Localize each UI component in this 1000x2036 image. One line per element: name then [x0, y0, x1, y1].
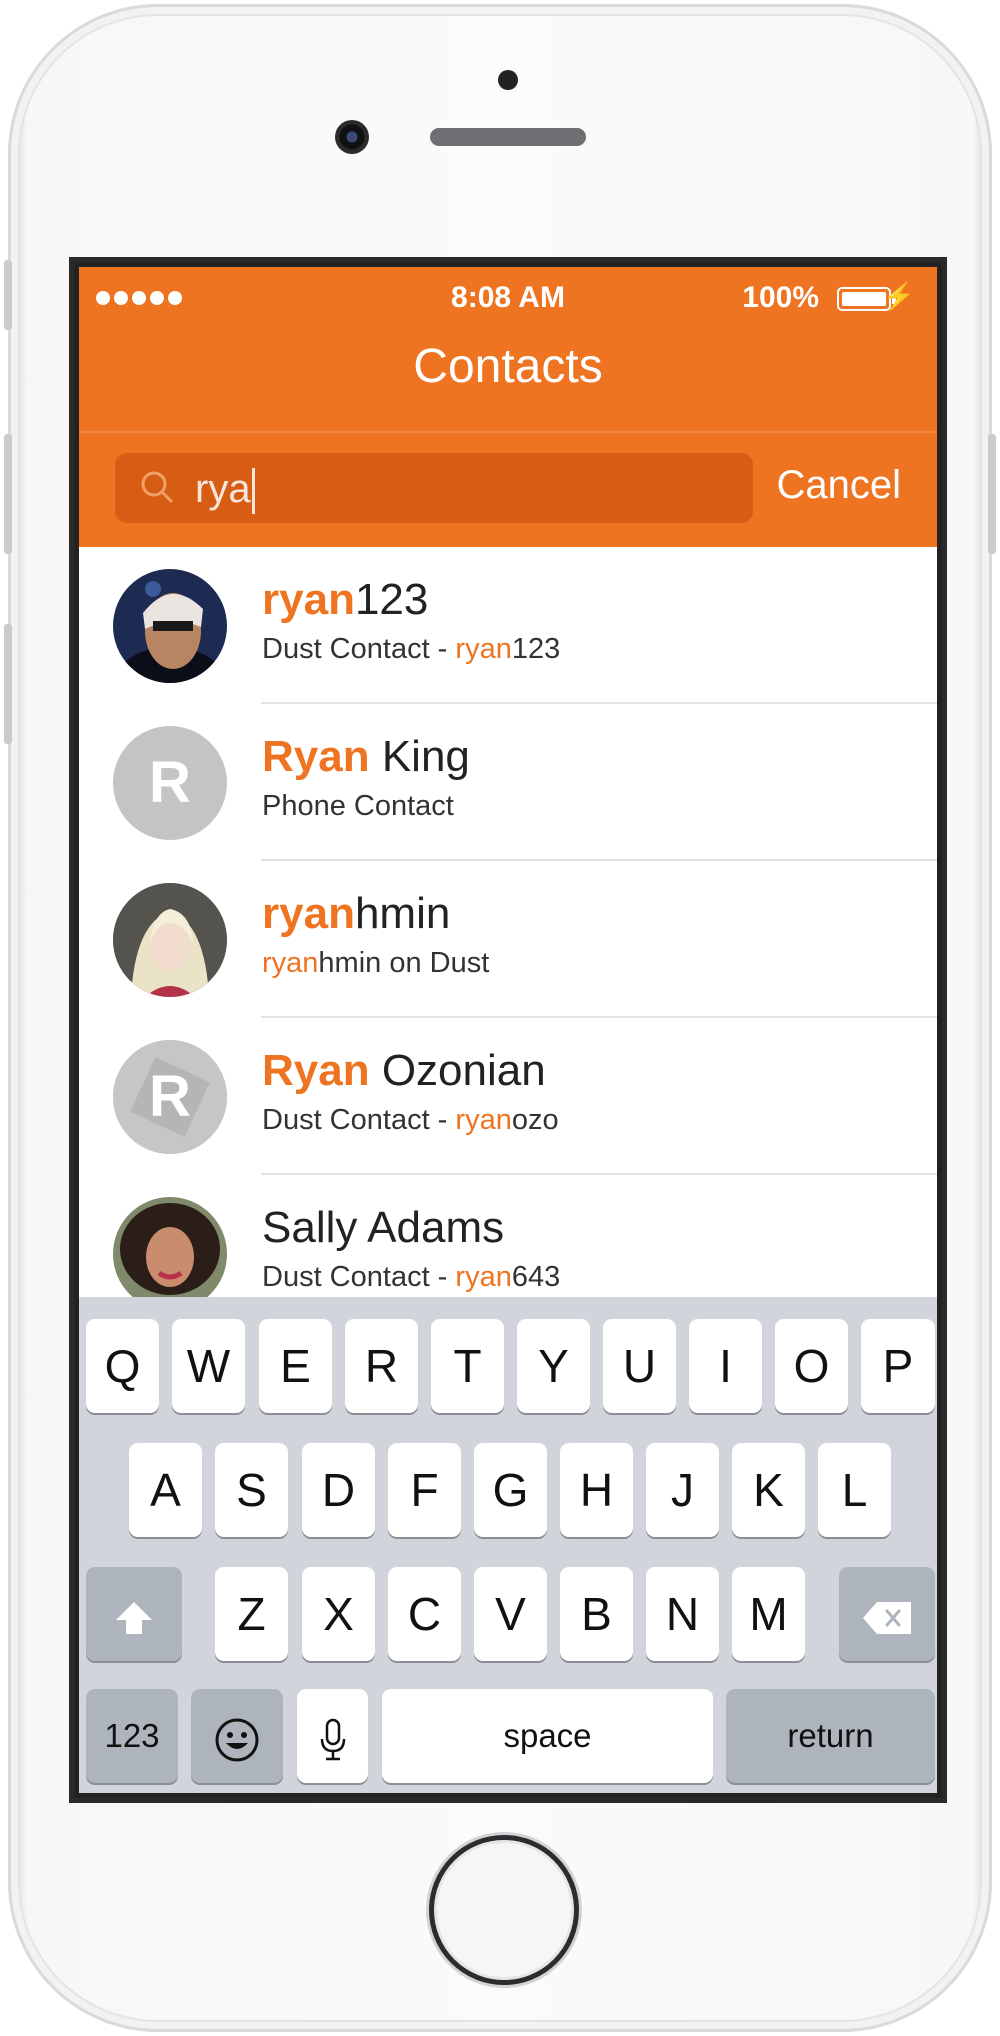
- key-f[interactable]: F: [388, 1443, 461, 1537]
- contact-name: Ryan Ozonian: [262, 1046, 546, 1095]
- mute-switch: [4, 260, 12, 330]
- contact-subtitle: Phone Contact: [262, 790, 454, 822]
- key-d[interactable]: D: [302, 1443, 375, 1537]
- contact-subtitle: Dust Contact - ryan123: [262, 633, 561, 665]
- key-j[interactable]: J: [646, 1443, 719, 1537]
- contact-list: ryan123 Dust Contact - ryan123 R Ryan Ki…: [79, 547, 937, 1332]
- key-x[interactable]: X: [302, 1567, 375, 1661]
- contact-subtitle: Dust Contact - ryan643: [262, 1261, 561, 1293]
- contact-subtitle: ryanhmin on Dust: [262, 947, 490, 979]
- key-i[interactable]: I: [689, 1319, 762, 1413]
- status-bar: 8:08 AM 100% ⚡: [79, 267, 937, 323]
- contact-row[interactable]: ryan123 Dust Contact - ryan123: [79, 547, 937, 704]
- key-c[interactable]: C: [388, 1567, 461, 1661]
- battery-percentage: 100%: [742, 281, 819, 314]
- key-m[interactable]: M: [732, 1567, 805, 1661]
- shift-arrow-icon: [116, 1601, 152, 1634]
- dictation-key[interactable]: [297, 1689, 368, 1783]
- volume-up-button: [4, 434, 12, 554]
- key-y[interactable]: Y: [517, 1319, 590, 1413]
- key-b[interactable]: B: [560, 1567, 633, 1661]
- avatar: [113, 1197, 227, 1311]
- key-h[interactable]: H: [560, 1443, 633, 1537]
- key-o[interactable]: O: [775, 1319, 848, 1413]
- key-r[interactable]: R: [345, 1319, 418, 1413]
- earpiece-speaker: [430, 128, 586, 146]
- contact-name: ryan123: [262, 575, 429, 624]
- search-query: rya: [195, 467, 255, 515]
- key-q[interactable]: Q: [86, 1319, 159, 1413]
- phone-frame: 8:08 AM 100% ⚡ Contacts rya Cancel ryan1…: [4, 4, 996, 2032]
- contact-name: Sally Adams: [262, 1203, 505, 1252]
- header-divider: [79, 431, 937, 433]
- power-button: [988, 434, 996, 554]
- home-button[interactable]: [429, 1835, 579, 1985]
- screen: 8:08 AM 100% ⚡ Contacts rya Cancel ryan1…: [69, 257, 947, 1803]
- search-input[interactable]: rya: [115, 453, 753, 523]
- avatar: [113, 883, 227, 997]
- contact-name: ryanhmin: [262, 889, 451, 938]
- key-p[interactable]: P: [861, 1319, 935, 1413]
- contact-row[interactable]: R Ryan Ozonian Dust Contact - ryanozo: [79, 1018, 937, 1175]
- key-g[interactable]: G: [474, 1443, 547, 1537]
- space-key[interactable]: space: [382, 1689, 713, 1783]
- numbers-key[interactable]: 123: [86, 1689, 178, 1783]
- key-l[interactable]: L: [818, 1443, 891, 1537]
- contact-name: Ryan King: [262, 732, 470, 781]
- volume-down-button: [4, 624, 12, 744]
- return-key[interactable]: return: [726, 1689, 935, 1783]
- key-w[interactable]: W: [172, 1319, 245, 1413]
- key-a[interactable]: A: [129, 1443, 202, 1537]
- page-title: Contacts: [413, 340, 603, 393]
- contact-row[interactable]: R Ryan King Phone Contact: [79, 704, 937, 861]
- app-header: 8:08 AM 100% ⚡ Contacts rya Cancel: [79, 267, 937, 547]
- key-n[interactable]: N: [646, 1567, 719, 1661]
- charging-bolt-icon: ⚡: [882, 281, 915, 311]
- on-screen-keyboard: Q W E R T Y U I O P A S D F G H J K L Z …: [79, 1297, 937, 1793]
- avatar: R: [113, 726, 227, 840]
- key-t[interactable]: T: [431, 1319, 504, 1413]
- shift-key[interactable]: [86, 1567, 182, 1661]
- key-v[interactable]: V: [474, 1567, 547, 1661]
- emoji-key[interactable]: [191, 1689, 283, 1783]
- delete-key[interactable]: [839, 1567, 935, 1661]
- key-k[interactable]: K: [732, 1443, 805, 1537]
- avatar: R: [113, 1040, 227, 1154]
- key-e[interactable]: E: [259, 1319, 332, 1413]
- key-z[interactable]: Z: [215, 1567, 288, 1661]
- contact-subtitle: Dust Contact - ryanozo: [262, 1104, 559, 1136]
- key-u[interactable]: U: [603, 1319, 676, 1413]
- microphone-icon: [320, 1718, 345, 1761]
- emoji-face-icon: [215, 1718, 259, 1762]
- front-camera: [335, 120, 369, 154]
- contact-row[interactable]: ryanhmin ryanhmin on Dust: [79, 861, 937, 1018]
- proximity-sensor: [498, 70, 518, 90]
- backspace-icon: [863, 1601, 911, 1634]
- avatar: [113, 569, 227, 683]
- key-s[interactable]: S: [215, 1443, 288, 1537]
- search-icon: [141, 471, 173, 503]
- cancel-button[interactable]: Cancel: [776, 463, 901, 508]
- text-caret: [251, 468, 255, 515]
